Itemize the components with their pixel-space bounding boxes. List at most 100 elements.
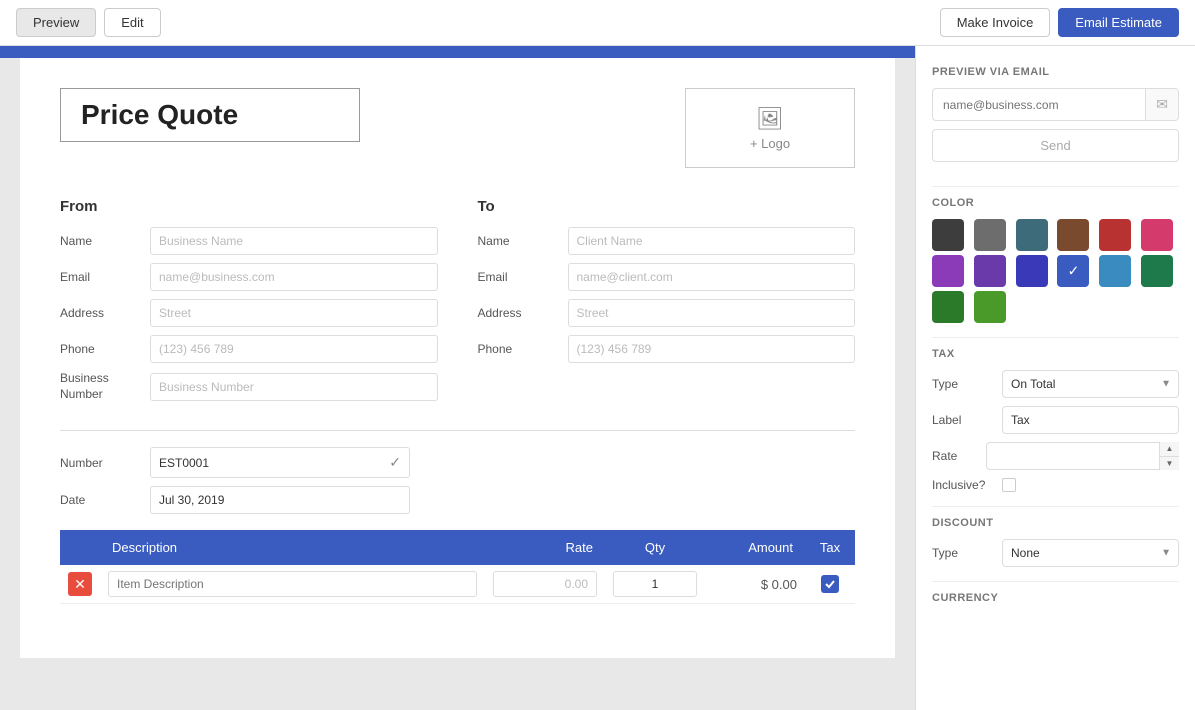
color-swatch-6[interactable]: [932, 255, 964, 287]
email-input-row: ✉: [932, 88, 1179, 121]
color-swatch-0[interactable]: [932, 219, 964, 251]
logo-label: + Logo: [750, 136, 790, 151]
table-header-qty: Qty: [605, 530, 705, 565]
to-address-row: Address: [478, 299, 856, 327]
rate-up-button[interactable]: ▲: [1160, 442, 1179, 457]
color-swatch-1[interactable]: [974, 219, 1006, 251]
check-icon: ✓: [389, 454, 401, 471]
qty-cell: [605, 565, 705, 604]
make-invoice-button[interactable]: Make Invoice: [940, 8, 1051, 37]
preview-button[interactable]: Preview: [16, 8, 96, 37]
tax-type-select[interactable]: On Total Per Item None: [1002, 370, 1179, 398]
delete-cell: ✕: [60, 565, 100, 604]
item-description-input[interactable]: [108, 571, 477, 597]
logo-upload-area[interactable]: 🖼 + Logo: [685, 88, 855, 168]
from-business-number-row: BusinessNumber: [60, 371, 438, 402]
discount-section-title: DISCOUNT: [932, 517, 1179, 529]
date-row: Date Jul 30, 2019: [60, 486, 855, 514]
color-swatch-13[interactable]: [974, 291, 1006, 323]
tax-rate-label: Rate: [932, 449, 986, 463]
tax-type-row: Type On Total Per Item None ▼: [932, 370, 1179, 398]
from-email-input[interactable]: [150, 263, 438, 291]
tax-section: Type On Total Per Item None ▼ Label Rate…: [932, 370, 1179, 492]
date-value: Jul 30, 2019: [159, 493, 224, 507]
color-swatch-2[interactable]: [1016, 219, 1048, 251]
color-swatch-3[interactable]: [1057, 219, 1089, 251]
image-icon: 🖼: [756, 106, 784, 132]
to-email-row: Email: [478, 263, 856, 291]
doc-top: Price Quote 🖼 + Logo: [60, 88, 855, 168]
top-bar: Preview Edit Make Invoice Email Estimate: [0, 0, 1195, 46]
discount-type-select-wrapper: None Percentage Fixed Amount ▼: [1002, 539, 1179, 567]
from-column: From Name Email Address Phone: [60, 198, 438, 410]
top-bar-right: Make Invoice Email Estimate: [940, 8, 1179, 37]
color-swatch-9[interactable]: [1057, 255, 1089, 287]
panel-divider-1: [932, 186, 1179, 187]
from-name-row: Name: [60, 227, 438, 255]
section-divider: [60, 430, 855, 431]
send-button[interactable]: Send: [932, 129, 1179, 162]
color-section-title: COLOR: [932, 197, 1179, 209]
rate-down-button[interactable]: ▼: [1160, 457, 1179, 471]
delete-row-button[interactable]: ✕: [68, 572, 92, 596]
date-input-wrapper[interactable]: Jul 30, 2019: [150, 486, 410, 514]
color-swatch-11[interactable]: [1141, 255, 1173, 287]
table-header: Description Rate Qty Amount Tax: [60, 530, 855, 565]
inclusive-checkbox[interactable]: [1002, 478, 1016, 492]
tax-rate-input[interactable]: 0.000%: [986, 442, 1179, 470]
tax-section-title: TAX: [932, 348, 1179, 360]
item-qty-input[interactable]: [613, 571, 697, 597]
number-input-wrapper[interactable]: EST0001 ✓: [150, 447, 410, 478]
to-column: To Name Email Address Phone: [478, 198, 856, 410]
edit-button[interactable]: Edit: [104, 8, 160, 37]
from-business-number-label: BusinessNumber: [60, 371, 150, 402]
to-name-input[interactable]: [568, 227, 856, 255]
from-address-input[interactable]: [150, 299, 438, 327]
color-swatch-4[interactable]: [1099, 219, 1131, 251]
color-swatch-5[interactable]: [1141, 219, 1173, 251]
table-header-tax: Tax: [805, 530, 855, 565]
doc-area: Price Quote 🖼 + Logo From Name Email: [0, 46, 915, 710]
color-swatch-7[interactable]: [974, 255, 1006, 287]
item-rate-input[interactable]: [493, 571, 597, 597]
description-cell: [100, 565, 485, 604]
to-address-input[interactable]: [568, 299, 856, 327]
inclusive-row: Inclusive?: [932, 478, 1179, 492]
from-to-section: From Name Email Address Phone: [60, 198, 855, 410]
from-email-label: Email: [60, 270, 150, 284]
doc-content: Price Quote 🖼 + Logo From Name Email: [20, 58, 895, 658]
tax-type-select-wrapper: On Total Per Item None ▼: [1002, 370, 1179, 398]
color-swatch-8[interactable]: [1016, 255, 1048, 287]
from-title: From: [60, 198, 438, 215]
to-email-label: Email: [478, 270, 568, 284]
to-title: To: [478, 198, 856, 215]
inclusive-label: Inclusive?: [932, 478, 1002, 492]
table-header-action: [60, 530, 100, 565]
color-swatch-10[interactable]: [1099, 255, 1131, 287]
table-row: ✕ $ 0.00: [60, 565, 855, 604]
to-phone-row: Phone: [478, 335, 856, 363]
preview-email-input[interactable]: [933, 91, 1145, 119]
item-tax-checkbox[interactable]: [821, 575, 839, 593]
table-header-rate: Rate: [485, 530, 605, 565]
from-phone-input[interactable]: [150, 335, 438, 363]
right-panel: PREVIEW VIA EMAIL ✉ Send COLOR TAX Type …: [915, 46, 1195, 710]
to-email-input[interactable]: [568, 263, 856, 291]
to-phone-input[interactable]: [568, 335, 856, 363]
from-business-number-input[interactable]: [150, 373, 438, 401]
discount-type-label: Type: [932, 546, 1002, 560]
blue-header: [0, 46, 915, 58]
from-phone-row: Phone: [60, 335, 438, 363]
table-header-description: Description: [100, 530, 485, 565]
tax-label-input[interactable]: [1002, 406, 1179, 434]
from-email-row: Email: [60, 263, 438, 291]
email-estimate-button[interactable]: Email Estimate: [1058, 8, 1179, 37]
discount-type-select[interactable]: None Percentage Fixed Amount: [1002, 539, 1179, 567]
to-name-label: Name: [478, 234, 568, 248]
document-title[interactable]: Price Quote: [60, 88, 360, 142]
rate-spinners: ▲ ▼: [1159, 442, 1179, 470]
from-name-input[interactable]: [150, 227, 438, 255]
panel-divider-4: [932, 581, 1179, 582]
color-swatch-12[interactable]: [932, 291, 964, 323]
preview-email-title: PREVIEW VIA EMAIL: [932, 66, 1179, 78]
